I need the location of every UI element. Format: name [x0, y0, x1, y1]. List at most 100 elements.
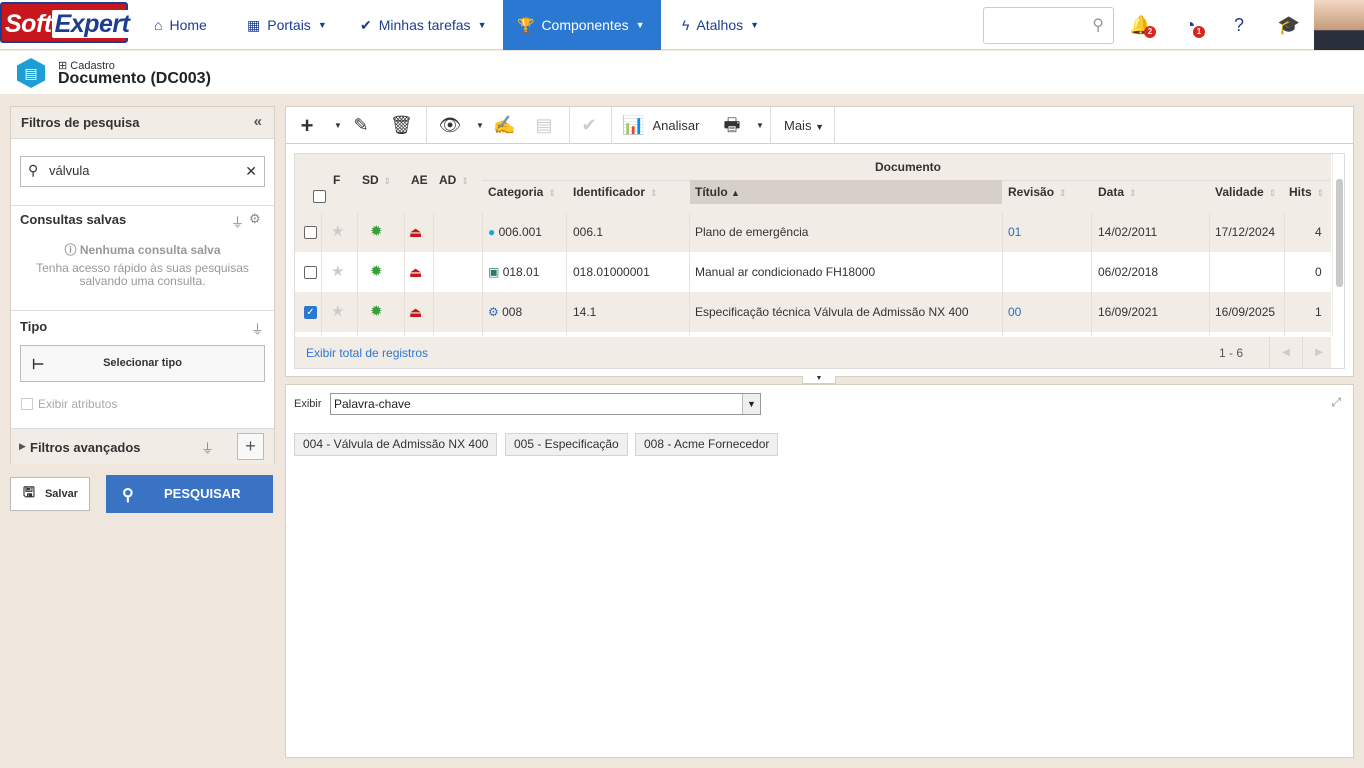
brush-icon[interactable]: ⏚: [251, 319, 264, 338]
analyze-button[interactable]: Analisar: [648, 107, 704, 144]
edit-icon[interactable]: ✎: [350, 107, 372, 144]
col-validity[interactable]: Validade ⇕: [1215, 185, 1276, 199]
chevron-down-icon[interactable]: ▼: [742, 394, 760, 414]
add-icon[interactable]: +: [296, 107, 318, 144]
view-icon[interactable]: 👁: [438, 107, 462, 144]
select-all-checkbox[interactable]: [313, 190, 326, 203]
more-button[interactable]: Mais ▼: [782, 107, 826, 144]
approve-check-icon[interactable]: ✔: [578, 107, 600, 144]
edit-document-icon[interactable]: ✍: [493, 107, 515, 144]
expand-icon[interactable]: ⤢: [1331, 395, 1341, 410]
col-hits[interactable]: Hits ⇕: [1289, 185, 1324, 199]
col-revision[interactable]: Revisão ⇕: [1008, 185, 1067, 199]
show-attributes-checkbox[interactable]: Exibir atributos: [21, 397, 117, 411]
row-checkbox[interactable]: [304, 266, 317, 279]
user-avatar[interactable]: [1314, 0, 1364, 50]
star-icon[interactable]: ★: [331, 212, 344, 252]
table-row[interactable]: ★ ✹ ⏏ ▣ 018.01 018.01000001 Manual ar co…: [295, 252, 1331, 292]
nav-components[interactable]: 🏆 Componentes ▼: [503, 0, 661, 50]
search-icon: ⚲: [122, 487, 134, 504]
col-date[interactable]: Data ⇕: [1098, 185, 1137, 199]
nav-home[interactable]: ⌂ Home: [140, 0, 221, 50]
brush-icon[interactable]: ⏚: [201, 438, 214, 457]
group-header-document: Documento: [875, 160, 941, 174]
pdf-icon[interactable]: ⏏: [409, 292, 422, 332]
add-filter-button[interactable]: +: [237, 433, 264, 460]
vertical-scrollbar[interactable]: [1332, 154, 1344, 337]
col-divider: [357, 212, 358, 336]
col-divider: [1284, 212, 1285, 336]
pending-button[interactable]: ◔ 1: [1177, 12, 1205, 38]
caret-down-icon: ▼: [815, 122, 824, 132]
nav-my-tasks[interactable]: ✔ Minhas tarefas ▼: [346, 0, 500, 50]
col-validity-label: Validade: [1215, 185, 1264, 199]
chart-icon[interactable]: 📊: [622, 107, 644, 144]
info-icon: ⓘ: [64, 243, 77, 257]
pdf-icon[interactable]: ⏏: [409, 212, 422, 252]
category-cell: ● 006.001: [488, 212, 542, 252]
gear-icon[interactable]: ⚙: [249, 211, 261, 227]
col-identifier[interactable]: Identificador ⇕: [573, 185, 658, 199]
col-ad[interactable]: AD ⇕: [439, 173, 469, 187]
logo-text-2: Expert: [51, 10, 133, 38]
col-sd[interactable]: SD ⇕: [362, 173, 391, 187]
globe-icon: ●: [488, 225, 496, 239]
title-cell[interactable]: Plano de emergência: [695, 212, 808, 252]
saved-queries-title: Consultas salvas: [20, 212, 127, 227]
prev-page-icon[interactable]: ◀: [1269, 337, 1302, 368]
col-ae[interactable]: AE: [411, 173, 428, 187]
checkbox[interactable]: [21, 398, 33, 410]
delete-icon[interactable]: 🗑: [390, 107, 413, 144]
notifications-button[interactable]: 🔔 2: [1128, 12, 1156, 38]
pdf-icon[interactable]: ⏏: [409, 252, 422, 292]
filter-search-input[interactable]: [49, 163, 239, 178]
home-icon: ⌂: [154, 17, 163, 33]
brush-icon[interactable]: ⏚: [231, 212, 244, 231]
gear-icon: ⚙: [488, 305, 499, 319]
col-title[interactable]: Título ▲: [695, 185, 740, 199]
caret-down-icon[interactable]: ▼: [476, 107, 484, 144]
separator: [770, 107, 771, 144]
collapse-panel-icon[interactable]: «: [254, 113, 262, 130]
save-query-button[interactable]: 🖫 Salvar: [10, 477, 90, 511]
select-type-button[interactable]: ⊢ Selecionar tipo: [20, 345, 265, 382]
next-page-icon[interactable]: ▶: [1302, 337, 1335, 368]
table-row[interactable]: ✓ ★ ✹ ⏏ ⚙ 008 14.1 Especificação técnica…: [295, 292, 1331, 332]
document-icon[interactable]: ▤: [533, 107, 555, 144]
col-category[interactable]: Categoria ⇕: [488, 185, 556, 199]
category-cell: ▣ 018.01: [488, 252, 539, 292]
learning-button[interactable]: 🎓: [1276, 12, 1302, 38]
title-cell[interactable]: Manual ar condicionado FH18000: [695, 252, 875, 292]
keyword-tag[interactable]: 005 - Especificação: [505, 433, 628, 456]
row-checkbox-checked[interactable]: ✓: [304, 306, 317, 319]
caret-down-icon[interactable]: ▼: [334, 107, 342, 144]
scrollbar-thumb[interactable]: [1336, 179, 1343, 287]
row-checkbox[interactable]: [304, 226, 317, 239]
col-ad-label: AD: [439, 173, 457, 187]
title-cell[interactable]: Especificação técnica Válvula de Admissã…: [695, 292, 969, 332]
help-button[interactable]: ?: [1226, 12, 1252, 38]
show-total-link[interactable]: Exibir total de registros: [306, 346, 428, 360]
star-icon[interactable]: ★: [331, 252, 344, 292]
softexpert-logo[interactable]: Soft Expert: [0, 2, 133, 43]
panel-splitter-handle[interactable]: ▼: [802, 375, 836, 384]
nav-portals[interactable]: ▦ Portais ▼: [233, 0, 341, 50]
col-f[interactable]: F: [333, 173, 340, 187]
advanced-filters[interactable]: ▶ Filtros avançados ⏚ +: [11, 428, 274, 464]
print-icon[interactable]: 🖶: [720, 107, 744, 144]
table-row[interactable]: ★ ✹ ⏏ ● 006.001 006.1 Plano de emergênci…: [295, 212, 1331, 252]
col-hits-label: Hits: [1289, 185, 1312, 199]
clear-icon[interactable]: ✕: [245, 163, 257, 180]
show-select[interactable]: Palavra-chave ▼: [330, 393, 761, 415]
keyword-tag[interactable]: 004 - Válvula de Admissão NX 400: [294, 433, 498, 456]
global-search-input[interactable]: ⚲: [983, 7, 1114, 44]
caret-down-icon[interactable]: ▼: [756, 107, 764, 144]
keyword-tag[interactable]: 008 - Acme Fornecedor: [635, 433, 779, 456]
star-icon[interactable]: ★: [331, 292, 344, 332]
filter-search-field[interactable]: ⚲ ✕: [20, 156, 265, 187]
hits-cell: 0: [1315, 265, 1322, 279]
nav-shortcuts[interactable]: ϟ Atalhos ▼: [668, 0, 773, 50]
separator: [426, 107, 427, 144]
search-icon[interactable]: ⚲: [1092, 15, 1104, 35]
search-button[interactable]: ⚲ PESQUISAR: [106, 475, 273, 513]
